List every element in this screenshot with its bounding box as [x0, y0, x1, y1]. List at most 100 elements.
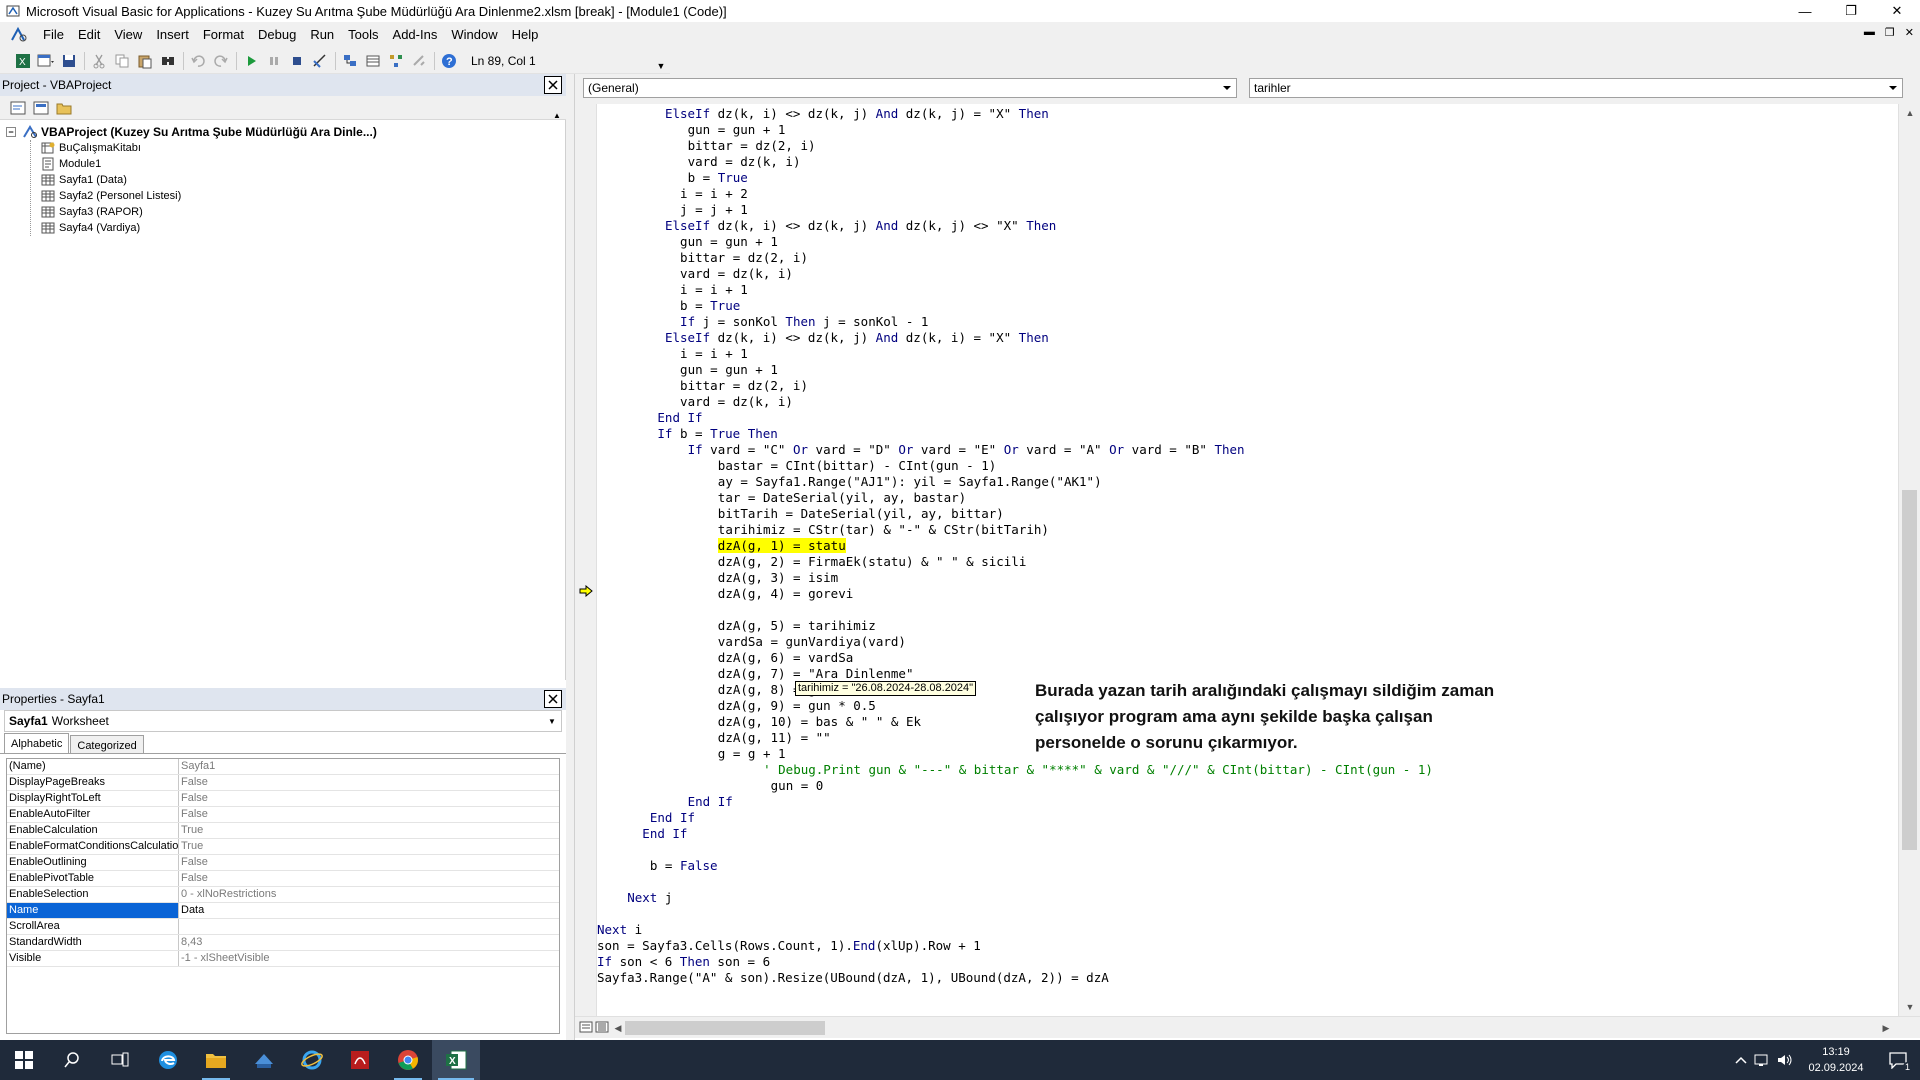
- panel-splitter[interactable]: [566, 74, 574, 1040]
- property-row[interactable]: Visible -1 - xlSheetVisible: [7, 951, 559, 967]
- child-close-icon[interactable]: ✕: [1905, 26, 1914, 39]
- tab-alphabetic[interactable]: Alphabetic: [4, 733, 70, 753]
- view-object-icon[interactable]: [31, 99, 51, 117]
- scroll-up-icon[interactable]: ▲: [1903, 106, 1917, 120]
- close-icon[interactable]: ✕: [1874, 0, 1920, 22]
- property-row[interactable]: EnableFormatConditionsCalculation True: [7, 839, 559, 855]
- property-row[interactable]: EnableAutoFilter False: [7, 807, 559, 823]
- property-value[interactable]: Sayfa1: [179, 759, 559, 774]
- menu-item-add-ins[interactable]: Add-Ins: [386, 24, 445, 46]
- collapse-icon[interactable]: −: [6, 127, 16, 137]
- property-value[interactable]: -1 - xlSheetVisible: [179, 951, 559, 966]
- taskbar-edge[interactable]: [144, 1040, 192, 1080]
- tree-item[interactable]: Sayfa1 (Data): [0, 172, 565, 188]
- view-excel-icon[interactable]: X: [12, 50, 34, 72]
- clock[interactable]: 13:19 02.09.2024: [1796, 1044, 1876, 1076]
- child-restore-icon[interactable]: ❐: [1885, 26, 1895, 39]
- horizontal-scrollbar[interactable]: ◀ ▶: [575, 1016, 1920, 1038]
- tab-categorized[interactable]: Categorized: [70, 735, 144, 753]
- tree-item[interactable]: Sayfa2 (Personel Listesi): [0, 188, 565, 204]
- tree-item-vbaproject[interactable]: − VBAProject (Kuzey Su Arıtma Şube Müdür…: [0, 124, 565, 140]
- project-explorer-icon[interactable]: [339, 50, 361, 72]
- property-row[interactable]: EnablePivotTable False: [7, 871, 559, 887]
- property-value[interactable]: 8,43: [179, 935, 559, 950]
- object-browser-icon[interactable]: [385, 50, 407, 72]
- reset-icon[interactable]: [286, 50, 308, 72]
- chevron-up-icon[interactable]: [1730, 1040, 1752, 1080]
- taskbar-acrobat[interactable]: [336, 1040, 384, 1080]
- property-row[interactable]: EnableSelection 0 - xlNoRestrictions: [7, 887, 559, 903]
- tree-item[interactable]: Module1: [0, 156, 565, 172]
- margin-indicator-bar[interactable]: [575, 104, 597, 1016]
- full-module-view-icon[interactable]: [595, 1020, 609, 1037]
- menu-item-window[interactable]: Window: [444, 24, 504, 46]
- restore-icon[interactable]: ❐: [1828, 0, 1874, 22]
- toggle-folders-icon[interactable]: [54, 99, 74, 117]
- property-value[interactable]: [179, 919, 559, 934]
- procedure-view-icon[interactable]: [579, 1020, 593, 1037]
- break-icon[interactable]: [263, 50, 285, 72]
- view-code-icon[interactable]: [8, 99, 28, 117]
- copy-icon[interactable]: [111, 50, 133, 72]
- scroll-left-icon[interactable]: ◀: [611, 1021, 625, 1035]
- menu-item-insert[interactable]: Insert: [149, 24, 196, 46]
- redo-icon[interactable]: [210, 50, 232, 72]
- property-row[interactable]: DisplayPageBreaks False: [7, 775, 559, 791]
- property-row[interactable]: (Name) Sayfa1: [7, 759, 559, 775]
- close-icon[interactable]: [544, 690, 562, 708]
- taskbar-file-explorer[interactable]: [192, 1040, 240, 1080]
- menu-item-view[interactable]: View: [107, 24, 149, 46]
- design-mode-icon[interactable]: [309, 50, 331, 72]
- property-row[interactable]: EnableCalculation True: [7, 823, 559, 839]
- menu-item-tools[interactable]: Tools: [341, 24, 385, 46]
- minimize-icon[interactable]: —: [1782, 0, 1828, 22]
- property-value[interactable]: False: [179, 807, 559, 822]
- property-row[interactable]: DisplayRightToLeft False: [7, 791, 559, 807]
- chevron-down-icon[interactable]: [1220, 80, 1234, 96]
- network-icon[interactable]: [1752, 1040, 1774, 1080]
- property-value[interactable]: True: [179, 823, 559, 838]
- menu-item-format[interactable]: Format: [196, 24, 251, 46]
- menu-item-run[interactable]: Run: [303, 24, 341, 46]
- taskbar-network-app[interactable]: [240, 1040, 288, 1080]
- chevron-down-icon[interactable]: ▼: [545, 713, 559, 729]
- property-value[interactable]: False: [179, 775, 559, 790]
- menu-item-edit[interactable]: Edit: [71, 24, 107, 46]
- taskbar-excel[interactable]: X: [432, 1040, 480, 1080]
- child-minimize-icon[interactable]: ▬: [1864, 26, 1875, 39]
- tree-item[interactable]: Sayfa4 (Vardiya): [0, 220, 565, 236]
- vba-system-menu-icon[interactable]: [8, 26, 30, 44]
- scroll-down-icon[interactable]: ▼: [1903, 1000, 1917, 1014]
- menu-item-debug[interactable]: Debug: [251, 24, 303, 46]
- property-row[interactable]: Name Data: [7, 903, 559, 919]
- property-row[interactable]: ScrollArea: [7, 919, 559, 935]
- property-value[interactable]: False: [179, 871, 559, 886]
- scroll-right-icon[interactable]: ▶: [1879, 1021, 1893, 1035]
- start-button[interactable]: [0, 1040, 48, 1080]
- property-row[interactable]: StandardWidth 8,43: [7, 935, 559, 951]
- paste-icon[interactable]: [134, 50, 156, 72]
- property-value[interactable]: Data: [179, 903, 559, 918]
- chevron-down-icon[interactable]: [1886, 80, 1900, 96]
- taskbar-internet-explorer[interactable]: [288, 1040, 336, 1080]
- scroll-thumb[interactable]: [625, 1021, 825, 1035]
- property-value[interactable]: False: [179, 855, 559, 870]
- properties-window-icon[interactable]: [362, 50, 384, 72]
- undo-icon[interactable]: [187, 50, 209, 72]
- toolbar-options-icon[interactable]: ▼: [657, 51, 666, 71]
- scroll-up-icon[interactable]: ▲: [550, 96, 564, 120]
- search-button[interactable]: [48, 1040, 96, 1080]
- object-selector[interactable]: Sayfa1 Worksheet ▼: [4, 710, 562, 732]
- procedure-combo[interactable]: tarihler: [1249, 78, 1903, 98]
- save-icon[interactable]: [58, 50, 80, 72]
- run-icon[interactable]: [240, 50, 262, 72]
- tree-item[interactable]: BuÇalışmaKitabı: [0, 140, 565, 156]
- property-value[interactable]: 0 - xlNoRestrictions: [179, 887, 559, 902]
- toolbox-icon[interactable]: [408, 50, 430, 72]
- task-view-button[interactable]: [96, 1040, 144, 1080]
- object-combo[interactable]: (General): [583, 78, 1237, 98]
- menu-item-help[interactable]: Help: [505, 24, 546, 46]
- property-row[interactable]: EnableOutlining False: [7, 855, 559, 871]
- menu-item-file[interactable]: File: [36, 24, 71, 46]
- vertical-scrollbar[interactable]: ▲ ▼: [1898, 104, 1920, 1016]
